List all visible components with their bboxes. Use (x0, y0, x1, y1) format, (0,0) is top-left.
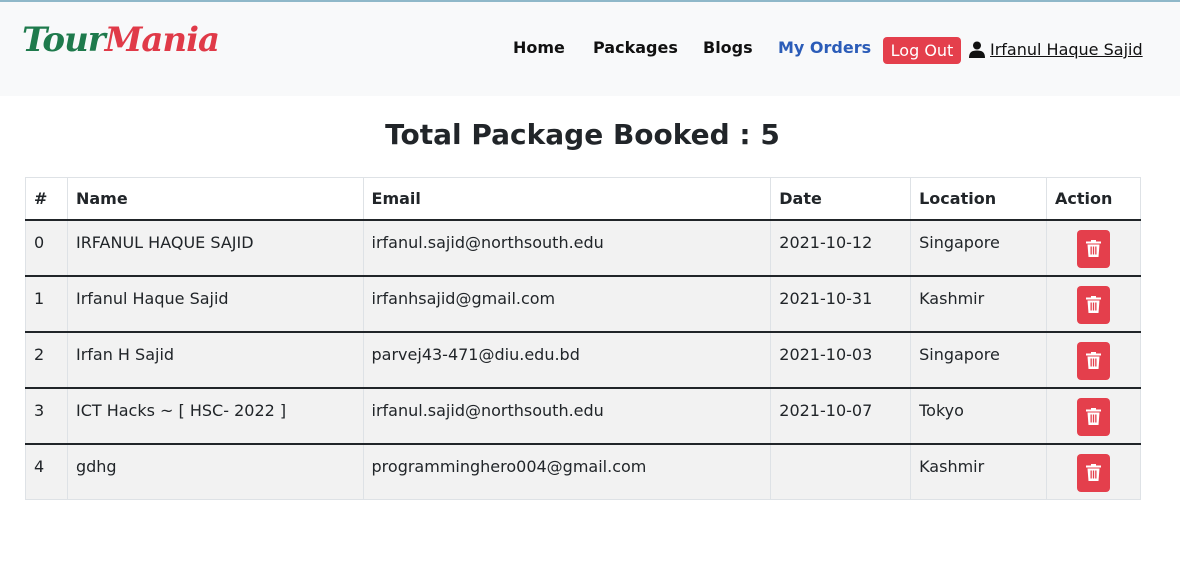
cell-name: gdhg (66, 443, 364, 500)
trash-icon (1086, 463, 1101, 481)
cell-index: 2 (25, 331, 68, 389)
table-header-row: # Name Email Date Location Action (25, 177, 1141, 221)
nav-home[interactable]: Home (513, 38, 565, 57)
header-index: # (25, 177, 68, 221)
delete-button[interactable] (1077, 285, 1110, 324)
brand-logo-part1: Tour (22, 20, 106, 60)
page-title: Total Package Booked : 5 (385, 118, 780, 151)
cell-name: Irfan H Sajid (66, 331, 364, 389)
header-email: Email (362, 177, 772, 221)
table-row: 4 gdhg programminghero004@gmail.com Kash… (25, 443, 1141, 500)
cell-name: Irfanul Haque Sajid (66, 275, 364, 333)
delete-button[interactable] (1077, 397, 1110, 436)
cell-date: 2021-10-07 (770, 387, 912, 445)
cell-date: 2021-10-31 (770, 275, 912, 333)
cell-action (1046, 219, 1141, 277)
cell-index: 4 (25, 443, 68, 500)
table-row: 1 Irfanul Haque Sajid irfanhsajid@gmail.… (25, 275, 1141, 333)
header-date: Date (770, 177, 912, 221)
brand-logo[interactable]: TourMania (22, 20, 220, 60)
cell-location: Singapore (910, 219, 1047, 277)
header-location: Location (910, 177, 1047, 221)
cell-date: 2021-10-12 (770, 219, 912, 277)
user-icon (969, 41, 985, 58)
cell-email: irfanul.sajid@northsouth.edu (362, 219, 772, 277)
brand-logo-part2: Mania (104, 20, 220, 60)
cell-action (1046, 387, 1141, 445)
cell-location: Tokyo (910, 387, 1047, 445)
trash-icon (1086, 295, 1101, 313)
trash-icon (1086, 351, 1101, 369)
cell-email: irfanul.sajid@northsouth.edu (362, 387, 772, 445)
cell-name: ICT Hacks ~ [ HSC- 2022 ] (66, 387, 364, 445)
nav-packages[interactable]: Packages (593, 38, 678, 57)
navbar: TourMania Home Packages Blogs My Orders … (0, 2, 1180, 96)
cell-action (1046, 275, 1141, 333)
orders-table: # Name Email Date Location Action 0 IRFA… (25, 177, 1141, 500)
cell-index: 0 (25, 219, 68, 277)
cell-index: 1 (25, 275, 68, 333)
cell-email: irfanhsajid@gmail.com (362, 275, 772, 333)
nav-blogs[interactable]: Blogs (703, 38, 753, 57)
cell-email: parvej43-471@diu.edu.bd (362, 331, 772, 389)
cell-date (770, 443, 912, 500)
cell-date: 2021-10-03 (770, 331, 912, 389)
cell-email: programminghero004@gmail.com (362, 443, 772, 500)
table-row: 0 IRFANUL HAQUE SAJID irfanul.sajid@nort… (25, 219, 1141, 277)
trash-icon (1086, 407, 1101, 425)
trash-icon (1086, 239, 1101, 257)
nav-my-orders[interactable]: My Orders (778, 38, 871, 57)
header-name: Name (66, 177, 364, 221)
table-row: 3 ICT Hacks ~ [ HSC- 2022 ] irfanul.saji… (25, 387, 1141, 445)
cell-location: Kashmir (910, 275, 1047, 333)
user-name-link[interactable]: Irfanul Haque Sajid (990, 40, 1143, 59)
cell-action (1046, 443, 1141, 500)
header-action: Action (1046, 177, 1141, 221)
cell-name: IRFANUL HAQUE SAJID (66, 219, 364, 277)
cell-location: Kashmir (910, 443, 1047, 500)
cell-action (1046, 331, 1141, 389)
delete-button[interactable] (1077, 341, 1110, 380)
table-row: 2 Irfan H Sajid parvej43-471@diu.edu.bd … (25, 331, 1141, 389)
cell-location: Singapore (910, 331, 1047, 389)
delete-button[interactable] (1077, 453, 1110, 492)
logout-button[interactable]: Log Out (883, 37, 961, 64)
cell-index: 3 (25, 387, 68, 445)
delete-button[interactable] (1077, 229, 1110, 268)
